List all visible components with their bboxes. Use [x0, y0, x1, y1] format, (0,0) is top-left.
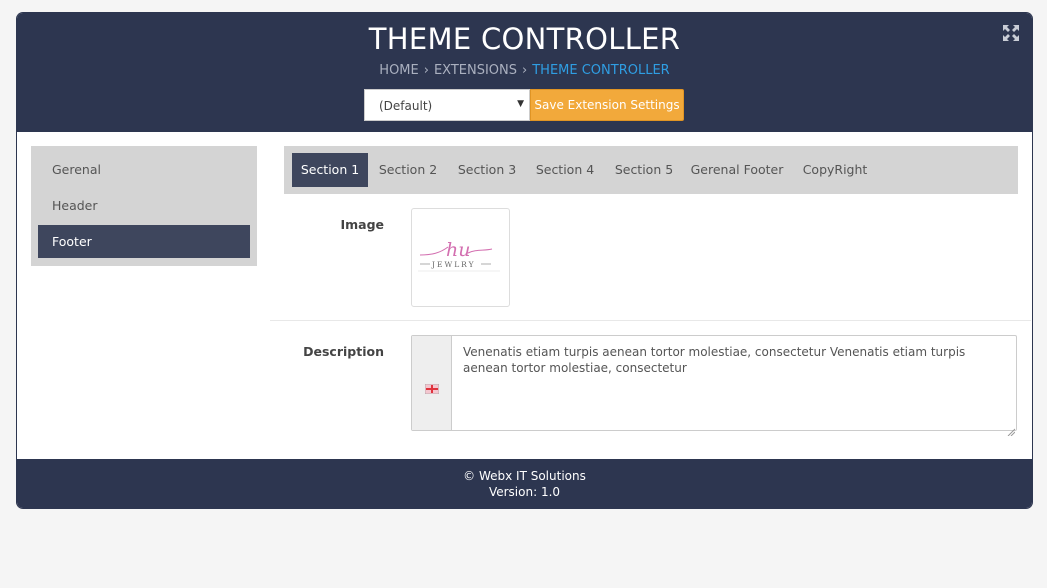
- tab-copyright[interactable]: CopyRight: [797, 153, 873, 187]
- tab-section-2[interactable]: Section 2: [373, 153, 443, 187]
- store-select[interactable]: (Default) ▼: [364, 89, 530, 121]
- page-header: THEME CONTROLLER HOME › EXTENSIONS › THEME C…: [17, 13, 1032, 132]
- footer-version: Version: 1.0: [488, 485, 561, 499]
- image-label: Image: [340, 217, 384, 232]
- field-divider: [270, 320, 1031, 321]
- logo-sub-text: JEWLRY: [431, 260, 476, 269]
- resize-grip-icon[interactable]: [1007, 421, 1016, 437]
- sidebar: Gerenal Header Footer: [31, 146, 257, 266]
- breadcrumb-home[interactable]: HOME: [379, 63, 418, 78]
- breadcrumb: HOME › EXTENSIONS › THEME CONTROLLER: [17, 63, 1032, 78]
- theme-controller-panel: THEME CONTROLLER HOME › EXTENSIONS › THEME C…: [17, 13, 1032, 508]
- uk-flag-icon: [424, 379, 440, 395]
- jewelry-logo-image: hu JEWLRY: [418, 239, 500, 272]
- tab-section-1[interactable]: Section 1: [292, 153, 368, 187]
- logo-script-text: hu: [446, 239, 470, 261]
- tab-section-3[interactable]: Section 3: [452, 153, 522, 187]
- description-label: Description: [303, 344, 384, 359]
- description-textarea[interactable]: Venenatis etiam turpis aenean tortor mol…: [463, 344, 1003, 376]
- breadcrumb-separator: ›: [423, 63, 429, 78]
- tab-general-footer[interactable]: Gerenal Footer: [687, 153, 787, 187]
- breadcrumb-extensions[interactable]: EXTENSIONS: [434, 63, 517, 78]
- sidebar-item-general[interactable]: Gerenal: [38, 153, 250, 186]
- store-select-value: (Default): [379, 99, 433, 113]
- tab-section-5[interactable]: Section 5: [609, 153, 679, 187]
- page-title: THEME CONTROLLER: [368, 22, 681, 56]
- breadcrumb-separator: ›: [522, 63, 528, 78]
- expand-arrows-icon[interactable]: [1003, 25, 1019, 41]
- section-tabs: Section 1 Section 2 Section 3 Section 4 …: [284, 146, 1018, 194]
- language-addon: [412, 336, 452, 430]
- footer-copyright: © Webx IT Solutions: [463, 469, 586, 483]
- page-footer: © Webx IT Solutions Version: 1.0: [17, 459, 1032, 508]
- image-thumbnail[interactable]: hu JEWLRY: [411, 208, 510, 307]
- save-extension-settings-button[interactable]: Save Extension Settings: [530, 89, 684, 121]
- description-textarea-group: Venenatis etiam turpis aenean tortor mol…: [411, 335, 1017, 437]
- sidebar-item-header[interactable]: Header: [38, 189, 250, 222]
- chevron-down-icon: ▼: [517, 99, 524, 109]
- sidebar-item-footer[interactable]: Footer: [38, 225, 250, 258]
- tab-section-4[interactable]: Section 4: [530, 153, 600, 187]
- breadcrumb-theme-controller[interactable]: THEME CONTROLLER: [532, 63, 669, 78]
